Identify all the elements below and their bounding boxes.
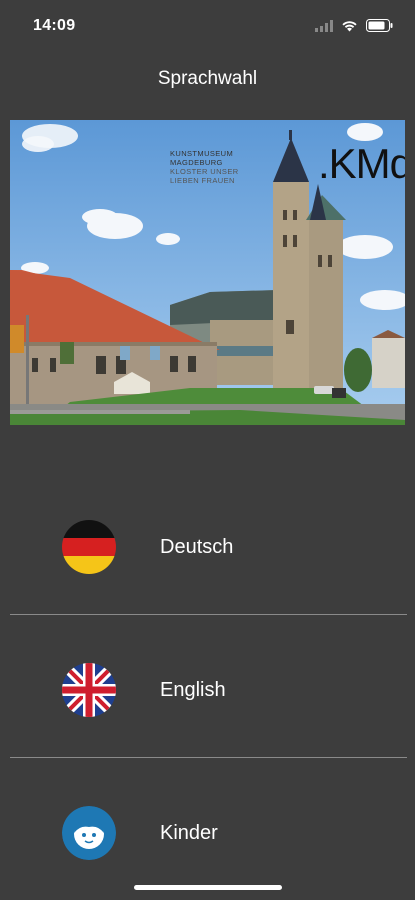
museum-line-2: MAGDEBURG: [170, 158, 223, 167]
status-time: 14:09: [33, 17, 76, 34]
home-indicator[interactable]: [134, 885, 282, 890]
language-item-deutsch[interactable]: Deutsch: [0, 474, 415, 614]
kids-face-icon: [62, 806, 116, 860]
language-label: Kinder: [160, 822, 218, 844]
museum-line-1: KUNSTMUSEUM: [170, 149, 234, 158]
language-item-kinder[interactable]: Kinder: [0, 760, 415, 900]
kmd-logo: .KMd: [318, 140, 405, 187]
german-flag-icon: [62, 520, 116, 574]
cellular-signal-icon: [315, 19, 333, 32]
uk-flag-icon: [62, 663, 116, 717]
page-title: Sprachwahl: [157, 68, 258, 89]
status-icons: [315, 19, 393, 32]
wifi-icon: [342, 20, 357, 31]
museum-hero-image: KUNSTMUSEUM MAGDEBURG KLOSTER UNSER LIEB…: [10, 120, 405, 425]
status-bar: 14:09: [0, 0, 415, 54]
museum-line-3: KLOSTER UNSER: [170, 167, 239, 176]
museum-wordmark: KUNSTMUSEUM MAGDEBURG KLOSTER UNSER LIEB…: [170, 149, 239, 185]
museum-line-4: LIEBEN FRAUEN: [170, 176, 235, 185]
language-label: English: [160, 679, 226, 701]
divider: [10, 757, 407, 758]
divider: [10, 614, 407, 615]
language-label: Deutsch: [160, 536, 234, 558]
battery-icon: [366, 19, 393, 32]
language-item-english[interactable]: English: [0, 617, 415, 757]
